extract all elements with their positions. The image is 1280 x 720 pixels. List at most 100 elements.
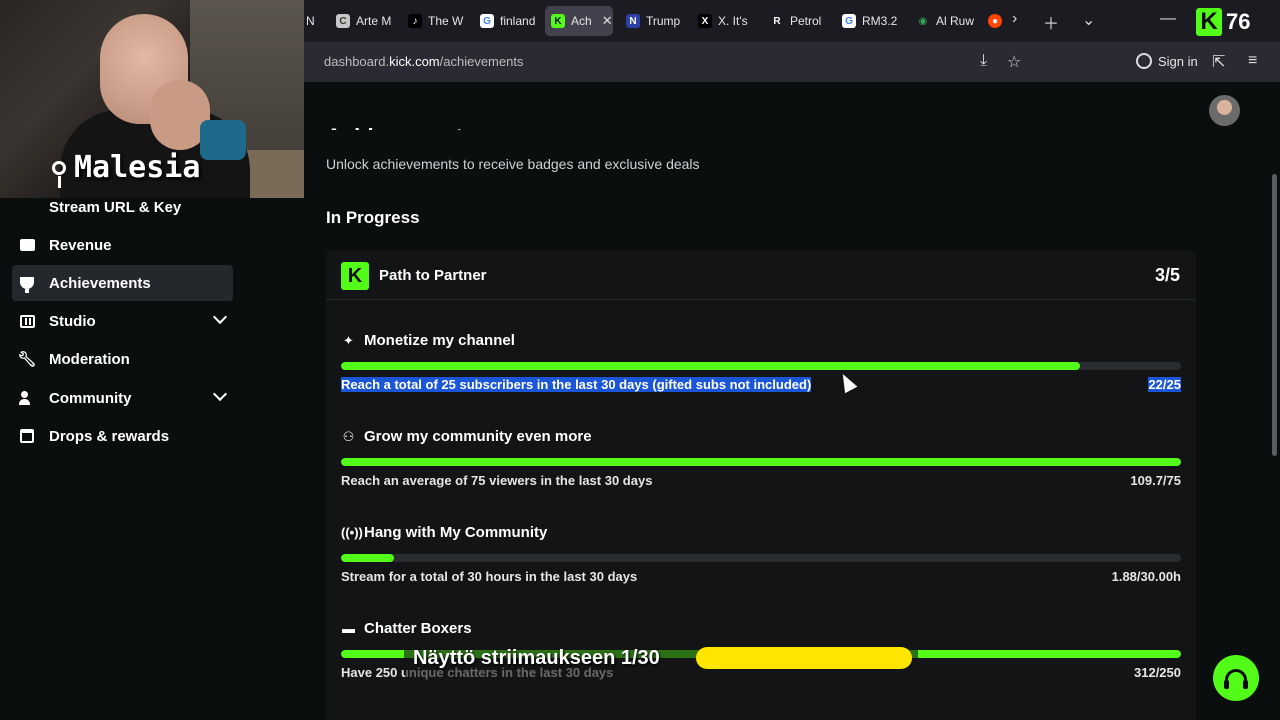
- tab-label: Petrol: [790, 14, 822, 28]
- browser-tab[interactable]: N Trump: [620, 6, 684, 36]
- account-icon: [1136, 53, 1152, 69]
- tab-favicon-icon: X: [698, 14, 712, 28]
- tab-label: Trump: [646, 14, 681, 28]
- url-domain: kick.com: [389, 54, 440, 69]
- goal-progress-bar: [341, 362, 1181, 370]
- list-tabs-chevron-down-icon[interactable]: ⌄: [1082, 10, 1095, 30]
- sidebar-item-drops-rewards[interactable]: Drops & rewards: [12, 418, 233, 454]
- card-title: Path to Partner: [379, 267, 487, 284]
- goal-value: 109.7/75: [1130, 473, 1181, 488]
- sidebar-item-label: Community: [49, 389, 132, 407]
- tab-favicon-icon: ◉: [916, 14, 930, 28]
- sidebar-item-studio[interactable]: Studio: [12, 303, 233, 339]
- webcam-microphone: [200, 120, 246, 160]
- main-content: Achievements Unlock achievements to rece…: [304, 82, 1270, 720]
- sidebar-item-label: Achievements: [49, 274, 151, 292]
- goal-description: Reach an average of 75 viewers in the la…: [341, 473, 653, 488]
- community-icon: [19, 390, 35, 406]
- trophy-icon: [19, 275, 35, 293]
- goal-progress-fill: [341, 554, 394, 562]
- tab-favicon-icon: G: [842, 14, 856, 28]
- chevron-down-icon[interactable]: [212, 309, 228, 325]
- tab-label: RM3.2: [862, 14, 898, 28]
- scrollbar-thumb[interactable]: [1272, 174, 1277, 456]
- extensions-icon[interactable]: ⇱: [1212, 52, 1225, 72]
- sidebar-item-revenue[interactable]: Revenue: [12, 227, 233, 263]
- webcam-overlay: Malesia: [0, 0, 304, 198]
- browser-tab[interactable]: X X. It's: [692, 6, 756, 36]
- calendar-icon: [19, 428, 35, 444]
- browser-tab[interactable]: ◉ Al Ruw: [910, 6, 974, 36]
- dashboard-sidebar: Stream URL & Key Revenue Achievements St…: [0, 198, 304, 720]
- kick-follower-badge: K 76: [1196, 8, 1250, 36]
- browser-tab[interactable]: G finland: [474, 6, 536, 36]
- studio-icon: [19, 313, 35, 329]
- browser-tab[interactable]: ♪ The W: [402, 6, 468, 36]
- sign-in-button[interactable]: Sign in: [1136, 53, 1198, 69]
- goal-progress-fill: [341, 458, 1181, 466]
- goal-description: Stream for a total of 30 hours in the la…: [341, 569, 638, 584]
- page-scrollbar[interactable]: [1270, 82, 1280, 720]
- tab-label: finland: [500, 14, 536, 28]
- sidebar-item-achievements[interactable]: Achievements: [12, 265, 233, 301]
- kick-logo-icon: K: [1196, 8, 1222, 36]
- tab-label: Arte M: [356, 14, 392, 28]
- sparkle-icon: ✦: [343, 332, 354, 348]
- help-chat-button[interactable]: [1213, 655, 1259, 701]
- goal-title: Grow my community even more: [364, 428, 592, 445]
- sidebar-item-moderation[interactable]: 🔧︎ Moderation: [12, 341, 233, 377]
- browser-tab[interactable]: C Arte M: [330, 6, 396, 36]
- goal-item: ⚇ Grow my community even more Reach an a…: [341, 428, 1181, 518]
- goal-description: Reach a total of 25 subscribers in the l…: [341, 377, 812, 392]
- browser-tab[interactable]: R Petrol: [764, 6, 828, 36]
- install-app-icon[interactable]: ⤓: [980, 52, 987, 70]
- tab-favicon-icon: C: [336, 14, 350, 28]
- selected-text: Reach a total of 25 subscribers in the l…: [341, 377, 812, 392]
- scroll-tabs-right-icon[interactable]: ›: [1012, 10, 1017, 28]
- sidebar-item-label: Revenue: [49, 236, 112, 254]
- key-icon: [19, 199, 35, 215]
- bookmark-star-icon[interactable]: ☆: [1007, 52, 1021, 72]
- sidebar-item-label: Studio: [49, 312, 96, 330]
- selected-text: 22/25: [1148, 377, 1181, 392]
- browser-tab[interactable]: G RM3.2: [836, 6, 902, 36]
- url-path: /achievements: [439, 54, 524, 69]
- goal-item: ((•)) Hang with My Community Stream for …: [341, 524, 1181, 614]
- menu-icon[interactable]: ≡: [1248, 52, 1257, 70]
- avatar[interactable]: [1209, 95, 1240, 126]
- url-prefix: dashboard.: [324, 54, 390, 69]
- sidebar-item-stream-url-key[interactable]: Stream URL & Key: [12, 189, 233, 225]
- stream-overlay-progress-bar: [696, 647, 912, 669]
- close-tab-icon[interactable]: ✕: [602, 13, 613, 29]
- goal-value: 22/25: [1148, 377, 1181, 392]
- goal-progress-fill: [341, 362, 1081, 370]
- goal-header: ((•)) Hang with My Community: [341, 524, 547, 541]
- location-pin-icon: [52, 160, 66, 188]
- tab-label: Al Ruw: [936, 14, 974, 28]
- sidebar-item-community[interactable]: Community: [12, 380, 233, 416]
- headset-icon: [1224, 669, 1248, 689]
- tab-favicon-icon: R: [770, 14, 784, 28]
- chat-icon: ▬: [342, 621, 355, 636]
- webcam-location-label: Malesia: [52, 150, 200, 188]
- sidebar-item-label: Moderation: [49, 350, 130, 368]
- tab-label: N: [306, 14, 315, 28]
- chevron-down-icon[interactable]: [212, 386, 228, 402]
- minimize-window-icon[interactable]: —: [1160, 10, 1176, 28]
- kick-badge-count: 76: [1226, 9, 1251, 34]
- wrench-icon: 🔧︎: [17, 350, 37, 368]
- browser-tab[interactable]: ●: [982, 6, 1008, 36]
- new-tab-icon[interactable]: ＋: [1043, 10, 1059, 34]
- url-field[interactable]: dashboard.kick.com/achievements: [324, 54, 523, 69]
- goal-header: ✦ Monetize my channel: [341, 332, 515, 349]
- section-title-in-progress: In Progress: [326, 208, 420, 227]
- goal-header: ⚇ Grow my community even more: [341, 428, 592, 445]
- sign-in-label: Sign in: [1158, 53, 1198, 69]
- page-subtitle: Unlock achievements to receive badges an…: [326, 156, 700, 172]
- tab-label: X. It's: [718, 14, 748, 28]
- goal-header: ▬ Chatter Boxers: [341, 620, 472, 637]
- tab-favicon-icon: N: [626, 14, 640, 28]
- browser-tab-active[interactable]: K Ach ✕: [545, 6, 613, 36]
- revenue-icon: [19, 237, 35, 253]
- stream-overlay-text: Näyttö striimaukseen 1/30: [413, 647, 660, 669]
